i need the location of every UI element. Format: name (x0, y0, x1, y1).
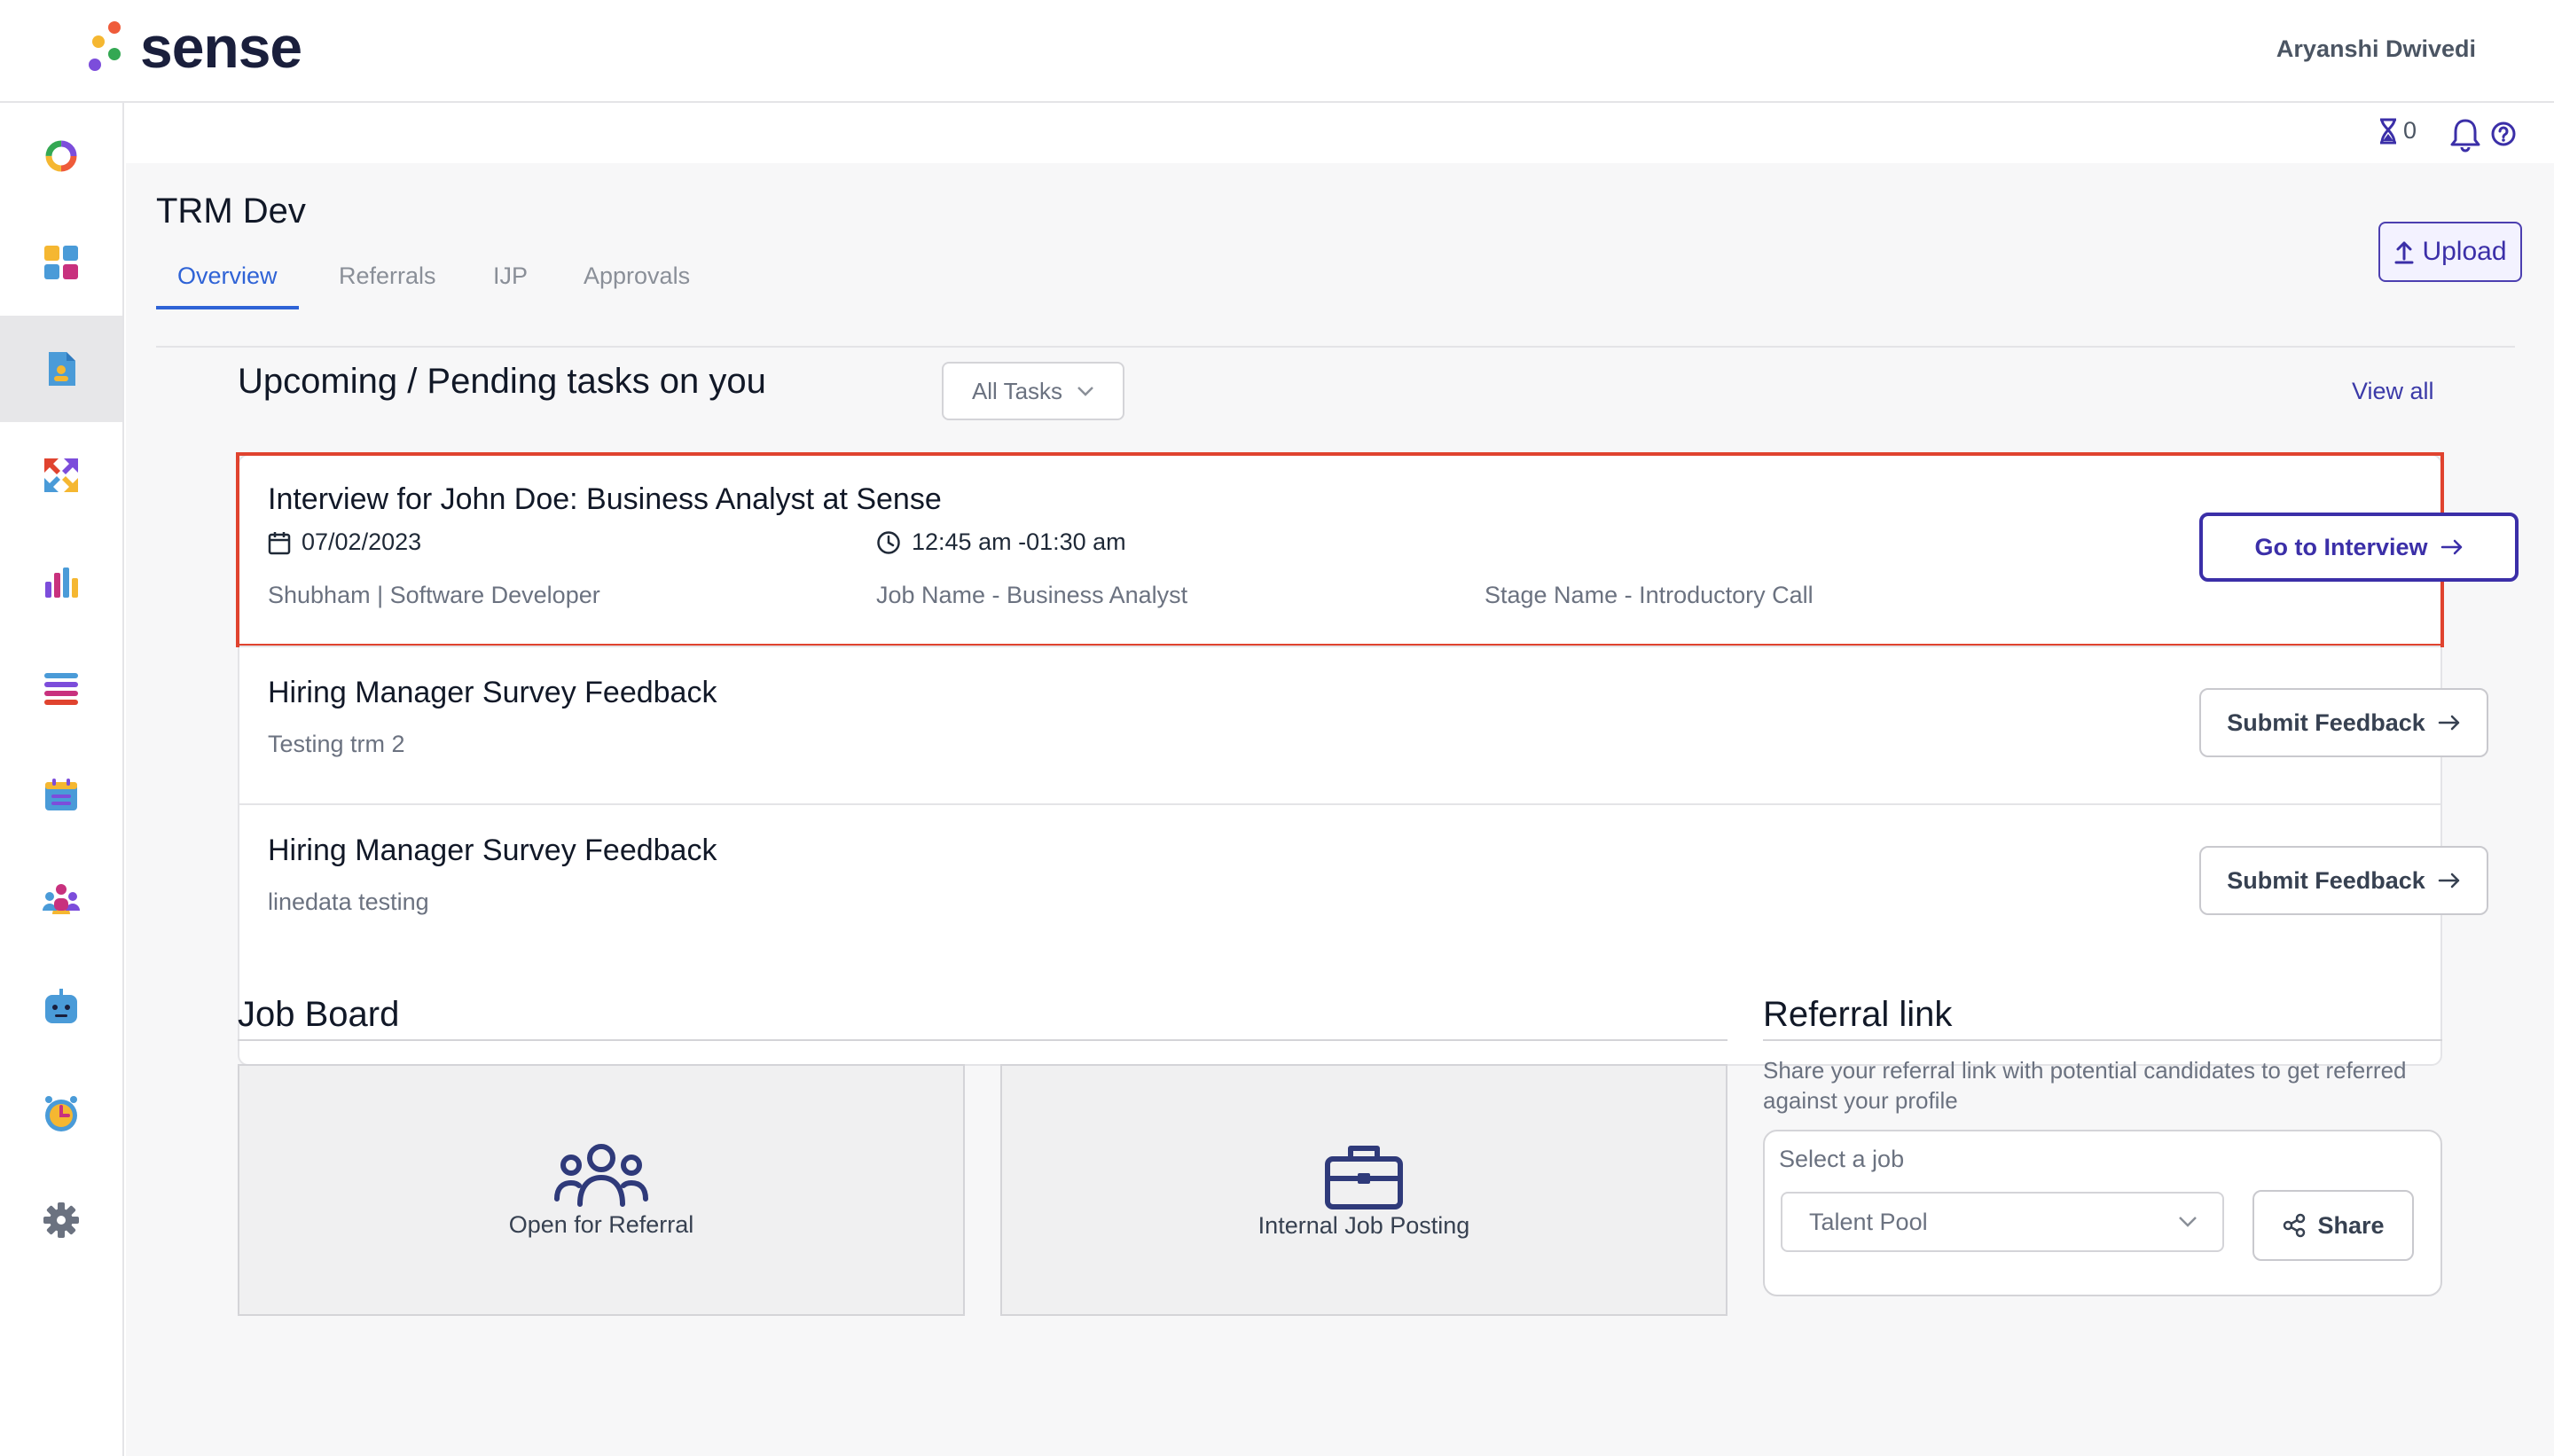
calendar-icon (45, 779, 77, 810)
upload-icon (2394, 241, 2414, 264)
sidebar-item-lists[interactable] (0, 635, 122, 741)
submit-feedback-label: Submit Feedback (2227, 866, 2425, 894)
survey-task: Hiring Manager Survey Feedback linedata … (239, 803, 2488, 961)
share-label: Share (2317, 1211, 2385, 1239)
page-title: TRM Dev (156, 192, 306, 231)
sidebar-item-dashboard[interactable] (0, 209, 122, 316)
survey-subtitle: linedata testing (268, 888, 429, 915)
submit-feedback-button[interactable]: Submit Feedback (2199, 846, 2488, 915)
tab-overview[interactable]: Overview (156, 262, 298, 309)
interview-date-text: 07/02/2023 (302, 528, 422, 555)
go-to-interview-label: Go to Interview (2254, 533, 2428, 560)
sidebar-item-reminders[interactable] (0, 1061, 122, 1167)
job-select[interactable]: Talent Pool (1781, 1192, 2224, 1252)
referral-arrows-icon (44, 458, 78, 492)
sidebar-item-calendar[interactable] (0, 741, 122, 848)
logo-dots-icon (83, 20, 124, 74)
interview-title: Interview for John Doe: Business Analyst… (268, 482, 942, 516)
people-icon (43, 884, 80, 914)
select-job-label: Select a job (1779, 1146, 1905, 1172)
job-board-title: Job Board (238, 995, 400, 1034)
task-list: Interview for John Doe: Business Analyst… (236, 452, 2519, 1066)
interview-task: Interview for John Doe: Business Analyst… (236, 452, 2519, 647)
sidebar (0, 103, 124, 1456)
stage-name: Stage Name - Introductory Call (1485, 582, 1814, 608)
internal-job-posting-card[interactable]: Internal Job Posting (1000, 1064, 1727, 1316)
go-to-interview-button[interactable]: Go to Interview (2199, 513, 2519, 582)
sidebar-item-bot[interactable] (0, 954, 122, 1061)
briefcase-icon (1325, 1145, 1403, 1209)
share-icon (2284, 1213, 2306, 1238)
view-all-link[interactable]: View all (2352, 378, 2434, 405)
clock-icon (877, 530, 900, 554)
ring-icon (45, 140, 77, 172)
internal-job-posting-label: Internal Job Posting (1257, 1211, 1470, 1239)
tasks-heading: Upcoming / Pending tasks on you (238, 362, 766, 401)
open-for-referral-card[interactable]: Open for Referral (238, 1064, 965, 1316)
tabs-divider (156, 346, 2515, 348)
job-board-divider (238, 1039, 1727, 1041)
survey-title: Hiring Manager Survey Feedback (268, 676, 717, 709)
tab-ijp[interactable]: IJP (493, 262, 528, 309)
survey-title: Hiring Manager Survey Feedback (268, 834, 717, 867)
submit-feedback-button[interactable]: Submit Feedback (2199, 688, 2488, 757)
share-button[interactable]: Share (2252, 1190, 2414, 1261)
utility-bar: 0 (126, 105, 2554, 163)
tab-referrals[interactable]: Referrals (339, 262, 436, 309)
notifications-button[interactable] (2449, 117, 2481, 153)
dashboard-icon (44, 246, 78, 279)
sidebar-item-settings[interactable] (0, 1167, 122, 1273)
upload-label: Upload (2422, 237, 2507, 266)
help-button[interactable] (2490, 121, 2517, 147)
bar-chart-icon (45, 568, 78, 598)
task-filter-dropdown[interactable]: All Tasks (942, 362, 1124, 420)
document-icon (49, 352, 75, 386)
chevron-down-icon (2179, 1217, 2197, 1227)
referral-box: Select a job Talent Pool Share (1763, 1130, 2442, 1296)
referral-description: Share your referral link with potential … (1763, 1057, 2407, 1114)
interviewer: Shubham | Software Developer (268, 582, 600, 608)
tab-approvals[interactable]: Approvals (584, 262, 690, 309)
hourglass-icon (2380, 118, 2396, 144)
sidebar-item-documents[interactable] (0, 316, 122, 422)
help-icon (2491, 121, 2516, 146)
people-group-icon (554, 1143, 648, 1207)
task-filter-value: All Tasks (971, 377, 1063, 404)
referral-divider (1763, 1039, 2442, 1041)
job-select-value: Talent Pool (1809, 1208, 1928, 1235)
arrow-right-icon (2438, 873, 2460, 888)
interview-date: 07/02/2023 (268, 528, 421, 556)
top-bar: sense Aryanshi Dwivedi (0, 0, 2554, 103)
arrow-right-icon (2438, 715, 2460, 731)
survey-task: Hiring Manager Survey Feedback Testing t… (239, 646, 2488, 803)
job-name: Job Name - Business Analyst (876, 582, 1188, 608)
survey-subtitle: Testing trm 2 (268, 731, 405, 757)
list-icon (44, 673, 78, 705)
upload-button[interactable]: Upload (2378, 222, 2522, 282)
chevron-down-icon (1077, 387, 1093, 396)
bot-icon (45, 989, 77, 1023)
settings-icon (43, 1202, 79, 1238)
main-content: 0 TRM Dev Upload Overview Referrals IJP … (126, 105, 2554, 1456)
submit-feedback-label: Submit Feedback (2227, 708, 2425, 736)
pending-counter[interactable]: 0 (2378, 117, 2417, 145)
arrow-right-icon (2440, 539, 2462, 555)
sidebar-item-analytics[interactable] (0, 528, 122, 635)
sidebar-item-referrals[interactable] (0, 422, 122, 528)
open-for-referral-label: Open for Referral (508, 1210, 694, 1238)
calendar-outline-icon (268, 531, 291, 554)
interview-time-text: 12:45 am -01:30 am (912, 528, 1126, 555)
brand-logo[interactable]: sense (83, 14, 302, 80)
sidebar-item-home[interactable] (0, 103, 122, 209)
pending-count: 0 (2403, 117, 2417, 144)
user-name[interactable]: Aryanshi Dwivedi (2276, 35, 2476, 63)
interview-time: 12:45 am -01:30 am (876, 528, 1126, 556)
brand-name: sense (140, 14, 302, 80)
bell-icon (2450, 119, 2480, 153)
sidebar-item-people[interactable] (0, 848, 122, 954)
referral-link-title: Referral link (1763, 995, 1953, 1034)
alarm-clock-icon (45, 1096, 77, 1131)
